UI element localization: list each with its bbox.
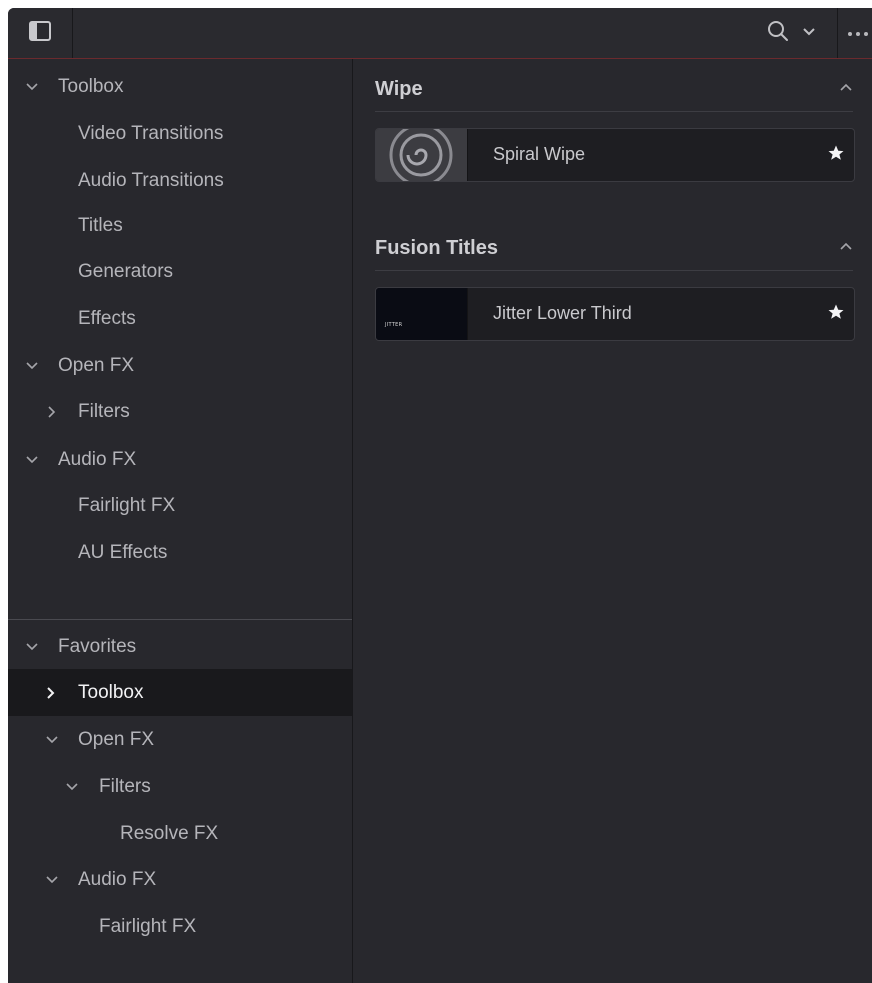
tree-item-label: Effects [78, 307, 136, 329]
chevron-down-icon[interactable] [64, 779, 80, 795]
tree-item-open-fx[interactable]: Open FX [8, 342, 352, 389]
tree-item-label: Resolve FX [120, 822, 219, 844]
tree-item-fairlight-fx[interactable]: Fairlight FX [8, 482, 352, 529]
tree-item-audio-fx[interactable]: Audio FX [8, 436, 352, 483]
tree-item-label: Generators [78, 260, 174, 282]
chevron-down-icon[interactable] [44, 872, 60, 888]
tree-item-effects[interactable]: Effects [8, 295, 352, 342]
sidebar-toggle-button[interactable] [8, 8, 73, 58]
tree-item-label: Toolbox [78, 681, 144, 703]
tree-item-label: Video Transitions [78, 122, 224, 144]
effects-library-window: Toolbox Video Transitions Audio Transiti… [8, 8, 872, 983]
section-header-wipe[interactable]: Wipe [375, 61, 853, 112]
tree-item-generators[interactable]: Generators [8, 248, 352, 295]
effect-item-jitter-lower-third[interactable]: JITTER Jitter Lower Third [375, 287, 855, 341]
chevron-down-icon[interactable] [24, 639, 40, 655]
search-icon[interactable] [766, 19, 790, 48]
chevron-down-icon[interactable] [802, 24, 816, 42]
tree-item-label: Open FX [78, 728, 155, 750]
more-options-button[interactable] [846, 8, 872, 58]
tree-item-label: Audio FX [78, 868, 157, 890]
tree-item-label: Filters [78, 400, 130, 422]
tree-item-label: Filters [99, 775, 151, 797]
tree-item-label: Fairlight FX [99, 915, 197, 937]
tree-item-toolbox[interactable]: Toolbox [8, 63, 352, 110]
effect-item-label: Jitter Lower Third [493, 303, 632, 323]
more-options-icon[interactable] [846, 23, 872, 44]
tree-item-label: Toolbox [58, 75, 124, 97]
section-title: Wipe [375, 78, 423, 100]
favorite-star-icon[interactable] [827, 303, 845, 326]
favorite-star-icon[interactable] [827, 144, 845, 167]
chevron-up-icon[interactable] [839, 79, 853, 97]
tree-item-label: Favorites [58, 635, 137, 657]
effect-item-spiral-wipe[interactable]: Spiral Wipe [375, 128, 855, 182]
tree-item-favorites[interactable]: Favorites [8, 623, 352, 670]
chevron-up-icon[interactable] [839, 238, 853, 256]
tree-item-video-transitions[interactable]: Video Transitions [8, 110, 352, 157]
chevron-down-icon[interactable] [24, 358, 40, 374]
thumbnail-text: JITTER [385, 322, 403, 328]
search-control[interactable] [745, 8, 838, 58]
tree-item-label: AU Effects [78, 541, 168, 563]
chevron-down-icon[interactable] [24, 452, 40, 468]
tree-item-filters[interactable]: Filters [8, 388, 352, 435]
sidebar-toggle-icon [29, 20, 51, 46]
toolbar [8, 8, 872, 59]
tree-item-favorites-open-fx[interactable]: Open FX [8, 716, 352, 763]
spiral-thumbnail [376, 129, 468, 181]
chevron-right-icon[interactable] [44, 404, 60, 420]
tree-item-titles[interactable]: Titles [8, 202, 352, 249]
tree-item-label: Audio FX [58, 448, 137, 470]
tree-item-label: Titles [78, 214, 123, 236]
tree-item-favorites-toolbox[interactable]: Toolbox [8, 669, 352, 716]
section-header-fusion-titles[interactable]: Fusion Titles [375, 220, 853, 271]
section-divider[interactable] [8, 619, 352, 620]
tree-item-favorites-filters[interactable]: Filters [8, 763, 352, 810]
effects-pane: Wipe Spiral Wipe Fusion Titles JITTER Ji… [353, 59, 872, 983]
tree-item-label: Open FX [58, 354, 135, 376]
jitter-thumbnail: JITTER [376, 288, 468, 340]
chevron-down-icon[interactable] [44, 732, 60, 748]
chevron-right-icon[interactable] [43, 685, 59, 701]
tree-item-au-effects[interactable]: AU Effects [8, 529, 352, 576]
category-tree: Toolbox Video Transitions Audio Transiti… [8, 59, 353, 983]
tree-item-favorites-audio-fx[interactable]: Audio FX [8, 856, 352, 903]
effect-item-label: Spiral Wipe [493, 144, 586, 164]
chevron-down-icon[interactable] [24, 79, 40, 95]
tree-item-favorites-fairlight-fx[interactable]: Fairlight FX [8, 903, 352, 950]
tree-item-resolve-fx[interactable]: Resolve FX [8, 810, 352, 857]
tree-item-label: Fairlight FX [78, 494, 176, 516]
section-title: Fusion Titles [375, 237, 498, 259]
tree-item-label: Audio Transitions [78, 169, 224, 191]
tree-item-audio-transitions[interactable]: Audio Transitions [8, 157, 352, 204]
